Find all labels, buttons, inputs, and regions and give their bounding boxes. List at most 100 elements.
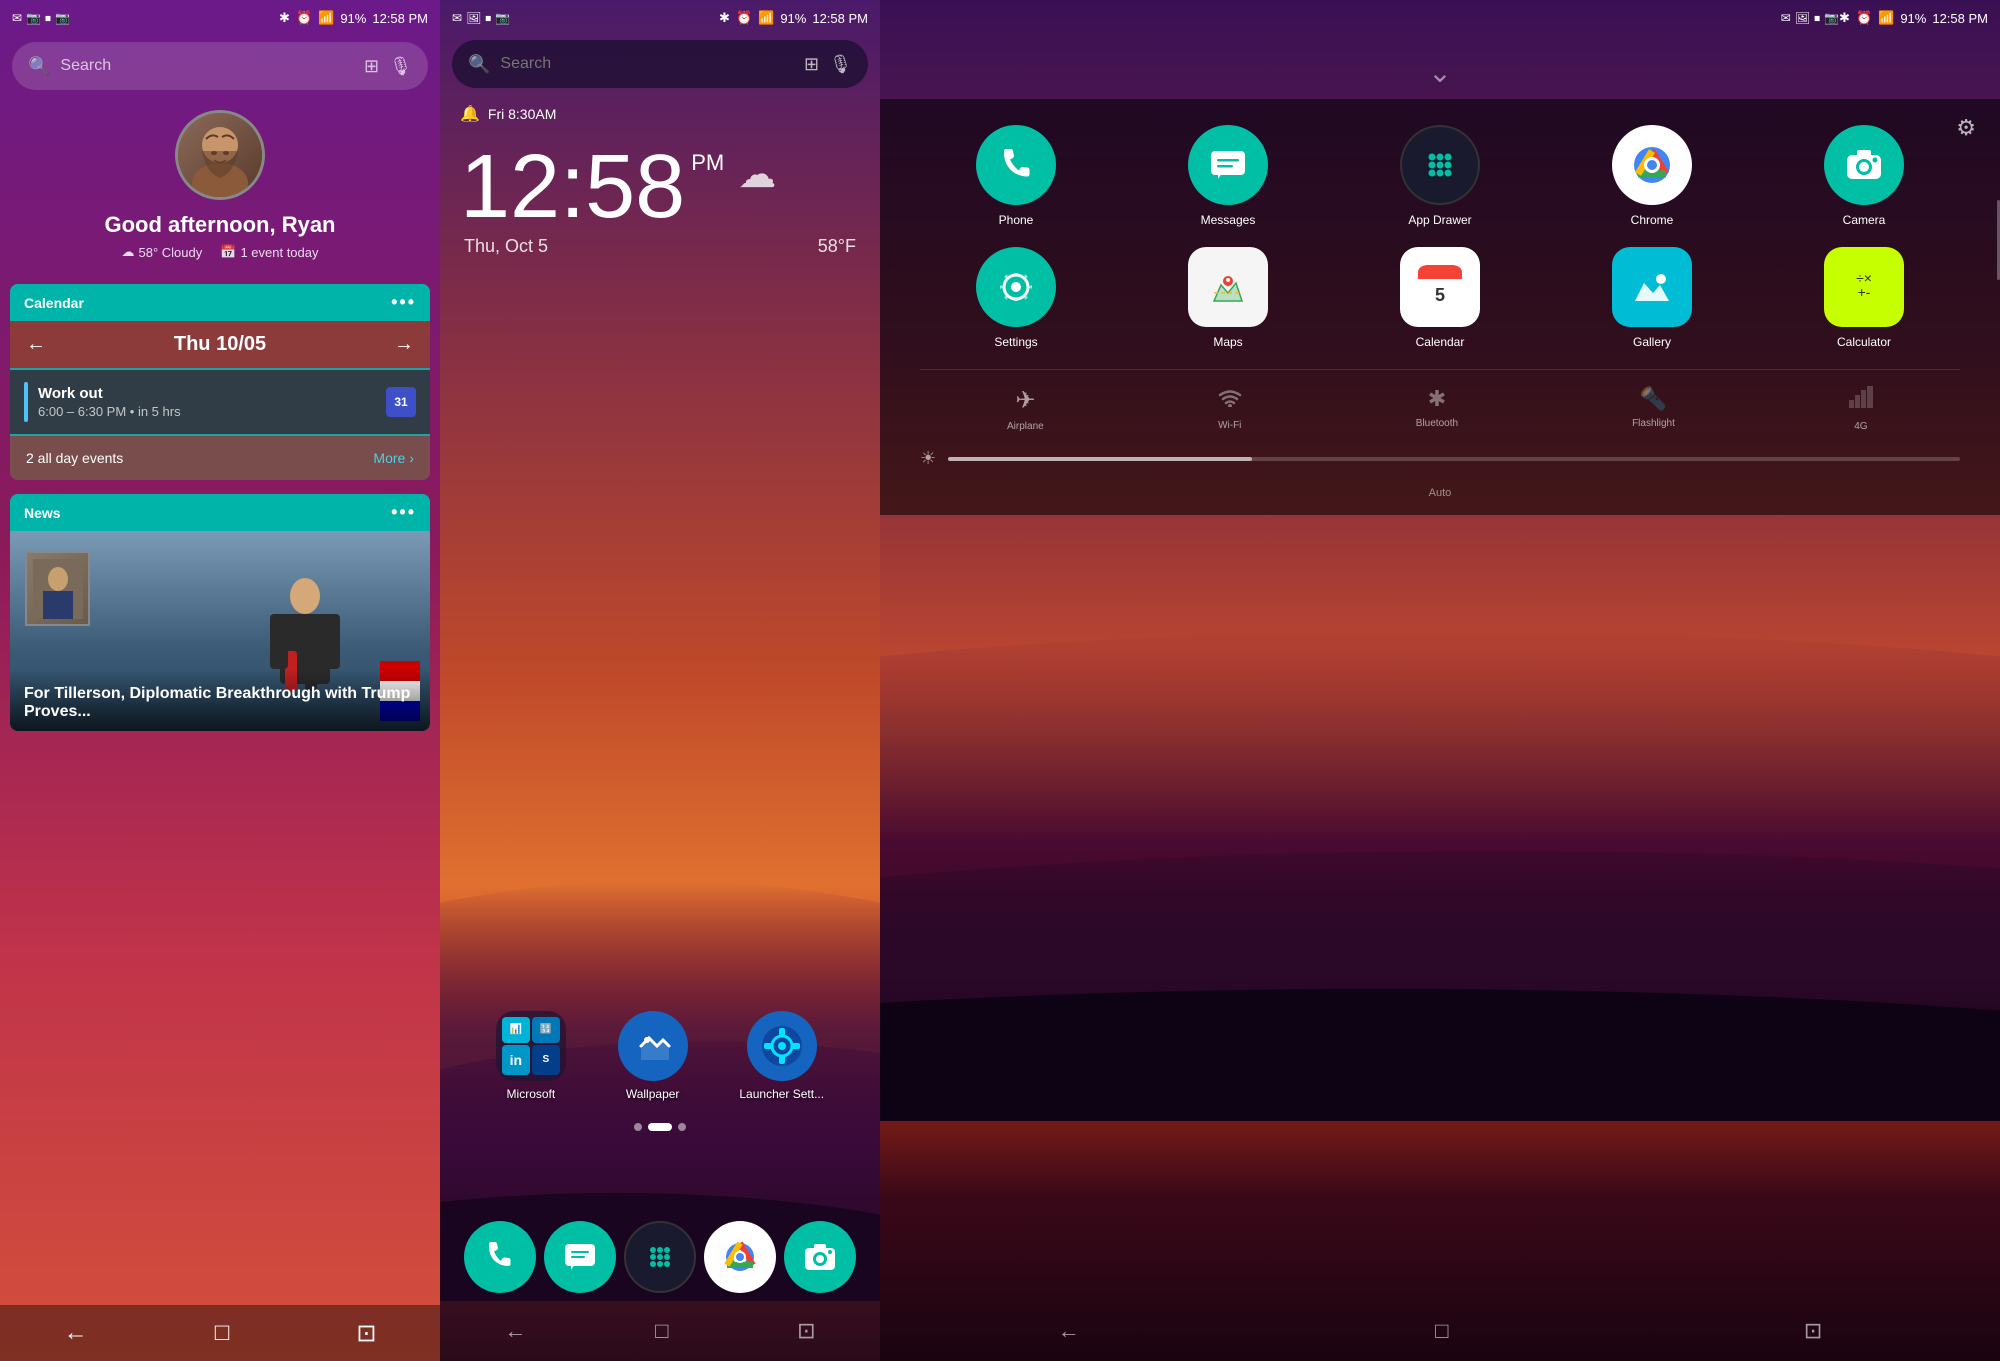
qs-app-chrome[interactable]: Chrome — [1556, 125, 1748, 227]
toggle-wifi[interactable]: Wi-Fi — [1218, 386, 1242, 432]
qs-drawer-icon[interactable] — [1400, 125, 1480, 205]
more-button[interactable]: More › — [373, 450, 414, 466]
panel-home: ✉ 🖼 ⏹ 📷 ✱ ⏰ 📶 91% 12:58 PM 🔍 ⊞ 🎙 🔔 Fri 8… — [440, 0, 880, 1361]
launcher-settings-icon[interactable] — [747, 1011, 817, 1081]
qs-calculator-icon[interactable]: ÷× +- — [1824, 247, 1904, 327]
calendar-menu-button[interactable]: ••• — [391, 292, 416, 313]
microsoft-folder-icon[interactable]: 📊 🔢 in S — [496, 1011, 566, 1081]
home-button-2[interactable]: □ — [655, 1318, 668, 1344]
event-app-icon: 31 — [386, 387, 416, 417]
qs-settings-icon[interactable] — [976, 247, 1056, 327]
recents-button-3[interactable]: ⊡ — [1804, 1318, 1822, 1344]
svg-text:5: 5 — [1435, 285, 1445, 305]
toggle-bluetooth[interactable]: ✱ Bluetooth — [1416, 386, 1458, 432]
calendar-navigation: ← Thu 10/05 → — [10, 321, 430, 368]
dock-chrome-icon[interactable] — [704, 1221, 776, 1293]
qs-app-phone[interactable]: Phone — [920, 125, 1112, 227]
qs-app-messages[interactable]: Messages — [1132, 125, 1324, 227]
bottom-nav-1: ← □ ⊡ — [0, 1305, 440, 1361]
p2-signal-icon: 📶 — [758, 10, 774, 26]
app-item-wallpaper[interactable]: Wallpaper — [618, 1011, 688, 1101]
qs-messages-icon[interactable] — [1188, 125, 1268, 205]
settings-gear-button[interactable]: ⚙ — [1956, 115, 1976, 141]
dock-phone-icon[interactable] — [464, 1221, 536, 1293]
qs-app-gallery[interactable]: Gallery — [1556, 247, 1748, 349]
back-button-3[interactable]: ← — [1058, 1318, 1080, 1344]
qs-gallery-icon[interactable] — [1612, 247, 1692, 327]
brightness-slider[interactable] — [948, 457, 1960, 461]
calendar-card: Calendar ••• ← Thu 10/05 → Work out 6:00… — [10, 284, 430, 480]
clock-ampm: PM — [691, 152, 724, 174]
p3-stop-icon: ⏹ — [1814, 11, 1820, 26]
qs-calendar-icon[interactable]: 5 — [1400, 247, 1480, 327]
p2-mic-icon[interactable]: 🎙 — [829, 54, 852, 75]
qs-settings-label: Settings — [994, 335, 1037, 349]
brightness-icon: ☀ — [920, 448, 936, 469]
qs-camera-label: Camera — [1843, 213, 1886, 227]
news-image[interactable]: For Tillerson, Diplomatic Breakthrough w… — [10, 531, 430, 731]
home-button-1[interactable]: □ — [215, 1319, 230, 1347]
qs-app-camera[interactable]: Camera — [1768, 125, 1960, 227]
news-title-overlay: For Tillerson, Diplomatic Breakthrough w… — [10, 669, 430, 731]
search-bar-2[interactable]: 🔍 ⊞ 🎙 — [452, 40, 868, 88]
back-button-1[interactable]: ← — [64, 1319, 88, 1347]
wallpaper-app-icon[interactable] — [618, 1011, 688, 1081]
status-bar-2: ✉ 🖼 ⏹ 📷 ✱ ⏰ 📶 91% 12:58 PM — [440, 0, 880, 36]
qs-chrome-icon[interactable] — [1612, 125, 1692, 205]
qs-chrome-label: Chrome — [1631, 213, 1674, 227]
toggle-flashlight[interactable]: 🔦 Flashlight — [1632, 386, 1675, 432]
home-button-3[interactable]: □ — [1435, 1318, 1448, 1344]
dock-messages-icon[interactable] — [544, 1221, 616, 1293]
qs-app-drawer[interactable]: App Drawer — [1344, 125, 1536, 227]
expand-icon[interactable]: ⊞ — [364, 56, 379, 77]
bottom-nav-2: ← □ ⊡ — [440, 1301, 880, 1361]
qs-camera-icon[interactable] — [1824, 125, 1904, 205]
svg-text:+-: +- — [1858, 284, 1871, 300]
dock-apps-icon[interactable] — [624, 1221, 696, 1293]
folder-mini-2: 🔢 — [532, 1017, 560, 1043]
recents-button-1[interactable]: ⊡ — [356, 1319, 376, 1348]
mic-icon[interactable]: 🎙 — [389, 56, 412, 77]
news-menu-button[interactable]: ••• — [391, 502, 416, 523]
next-day-button[interactable]: → — [394, 333, 414, 356]
qs-app-calculator[interactable]: ÷× +- Calculator — [1768, 247, 1960, 349]
brightness-fill — [948, 457, 1252, 461]
event-title: Work out — [38, 385, 376, 402]
notification-text: Fri 8:30AM — [488, 106, 556, 122]
qs-app-calendar[interactable]: 5 Calendar — [1344, 247, 1536, 349]
qs-app-settings[interactable]: Settings — [920, 247, 1112, 349]
qs-phone-icon[interactable] — [976, 125, 1056, 205]
p3-status-right: ✱ ⏰ 📶 91% 12:58 PM — [1839, 10, 1988, 26]
event-item[interactable]: Work out 6:00 – 6:30 PM • in 5 hrs 31 — [10, 370, 430, 434]
mail-icon: ✉ — [12, 11, 22, 25]
recents-button-2[interactable]: ⊡ — [797, 1318, 815, 1344]
toggle-airplane[interactable]: ✈ Airplane — [1007, 386, 1044, 432]
app-label-microsoft: Microsoft — [507, 1087, 556, 1101]
app-item-microsoft[interactable]: 📊 🔢 in S Microsoft — [496, 1011, 566, 1101]
calendar-card-header: Calendar ••• — [10, 284, 430, 321]
portrait-painting — [25, 551, 90, 626]
p2-expand-icon[interactable]: ⊞ — [804, 54, 819, 75]
status-bar-1: ✉ 📷 ⏹ 📷 ✱ ⏰ 📶 91% 12:58 PM — [0, 0, 440, 36]
toggle-4g[interactable]: 4G — [1849, 386, 1873, 432]
qs-calendar-label: Calendar — [1416, 335, 1465, 349]
search-icon: 🔍 — [28, 56, 50, 77]
prev-day-button[interactable]: ← — [26, 333, 46, 356]
qs-messages-label: Messages — [1201, 213, 1256, 227]
drawer-handle[interactable]: ⌄ — [880, 36, 2000, 99]
weather-info: ☁ 58° Cloudy — [122, 244, 203, 260]
search-input-1[interactable] — [60, 57, 354, 75]
search-bar-1[interactable]: 🔍 ⊞ 🎙 — [12, 42, 428, 90]
bottom-nav-3: ← □ ⊡ — [880, 1301, 2000, 1361]
qs-phone-label: Phone — [999, 213, 1034, 227]
dock-camera-icon[interactable] — [784, 1221, 856, 1293]
user-avatar — [175, 110, 265, 200]
app-item-launcher-settings[interactable]: Launcher Sett... — [739, 1011, 824, 1101]
qs-maps-label: Maps — [1213, 335, 1242, 349]
back-button-2[interactable]: ← — [504, 1318, 526, 1344]
search-input-2[interactable] — [500, 55, 794, 73]
camera-icon: 📷 — [26, 11, 41, 25]
user-section: Good afternoon, Ryan ☁ 58° Cloudy 📅 1 ev… — [0, 100, 440, 276]
qs-maps-icon[interactable] — [1188, 247, 1268, 327]
qs-app-maps[interactable]: Maps — [1132, 247, 1324, 349]
